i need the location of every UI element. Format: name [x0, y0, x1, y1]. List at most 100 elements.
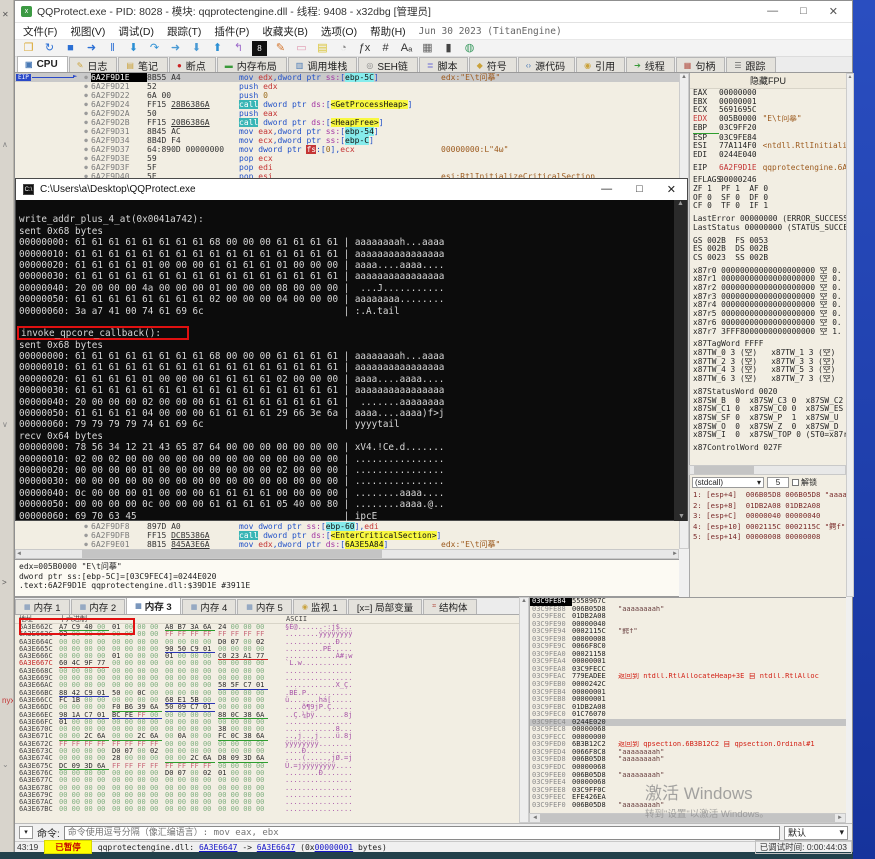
argument-row[interactable]: 1: [esp+4] 006B05D8 006B05D8 "aaaaaaaah" [690, 490, 846, 501]
menu-view[interactable]: 视图(V) [70, 24, 105, 39]
disasm-row[interactable]: ● 6A2F9D2A 50 push eax [15, 109, 679, 118]
world-icon[interactable]: ◍ [462, 41, 477, 56]
register-row[interactable]: x87TW_4 3 (空) x87TW_5 3 (空) [690, 366, 846, 375]
breakpoint-dot-icon[interactable]: ● [81, 109, 91, 118]
argument-row[interactable]: 3: [esp+C] 00000040 00000040 [690, 511, 846, 522]
register-row[interactable]: x87ControlWord 027F [690, 444, 846, 453]
register-row[interactable]: EBP 03C9FF20 [690, 124, 846, 134]
register-row[interactable]: EBX 00000001 [690, 98, 846, 107]
argument-row[interactable]: 4: [esp+10] 0002115C 0002115C "鳄f" [690, 522, 846, 533]
disasm-row[interactable]: ● 6A2F9D34 8B4D F4 mov ecx,dword ptr ss:[eb… [15, 136, 679, 145]
register-row[interactable]: CS 0023 SS 002B [690, 254, 846, 263]
calling-convention-select[interactable]: (stdcall) ▾ [692, 477, 764, 488]
scroll-right-icon[interactable]: ► [837, 815, 843, 821]
command-profile-select[interactable]: 默认 ▾ [784, 825, 848, 840]
register-row[interactable]: x87SW_O 0 x87SW_Z 0 x87SW_D 0 [690, 423, 846, 432]
breakpoint-dot-icon[interactable]: ● [81, 118, 91, 127]
argument-count-stepper[interactable]: 5 [767, 477, 789, 488]
argument-row[interactable]: 2: [esp+8] 01DB2A08 01DB2A08 [690, 501, 846, 512]
disasm-row[interactable]: ● 6A2F9D3F 5F pop edi [15, 163, 679, 172]
register-row[interactable]: x87r6 00000000000000000000 空 0. [690, 319, 846, 328]
console-title-bar[interactable]: C:\ C:\Users\a\Desktop\QQProtect.exe — □… [16, 179, 687, 200]
disassembly-pane-bottom[interactable]: ● 6A2F9DF8 897D A0 mov dword ptr ss:[ebp-60… [15, 522, 679, 549]
dump-tab-memory-5[interactable]: ▦ 内存 5 [237, 599, 292, 614]
breakpoint-dot-icon[interactable]: ● [81, 540, 91, 549]
breakpoint-dot-icon[interactable]: ● [81, 82, 91, 91]
register-row[interactable]: EDX 005B0000 "E\t问摹" [690, 115, 846, 124]
disasm-row[interactable]: ● 6A2F9D21 52 push edx [15, 82, 679, 91]
dump-tab-locals[interactable]: [x=] 局部变量 [347, 599, 423, 614]
dump-tab-memory-1[interactable]: ▦ 内存 1 [15, 599, 70, 614]
breakpoint-dot-icon[interactable]: ● [81, 145, 91, 154]
registers-pane[interactable]: 隐藏FPU EAX 00000000 EBX 00000001 ECX 5691695C E… [689, 73, 846, 465]
dump-tab-memory-2[interactable]: ▦ 内存 2 [70, 599, 126, 614]
register-row[interactable]: ZF 1 PF 1 AF 0 [690, 185, 846, 194]
scroll-left-icon[interactable]: ◄ [532, 815, 538, 821]
menu-trace[interactable]: 跟踪(T) [167, 24, 201, 39]
tab-cpu[interactable]: ▣ CPU [17, 56, 68, 72]
register-row[interactable]: ESP 03C9FE84 [690, 134, 846, 143]
run-to-return-icon[interactable]: ➜ [168, 41, 183, 56]
argument-row[interactable]: 5: [esp+14] 00000008 00000008 [690, 532, 846, 543]
tab-memory-map[interactable]: ▬ 内存布局 [216, 57, 287, 73]
register-row[interactable]: x87r3 00000000000000000000 空 0. [690, 293, 846, 302]
status-addr-to-link[interactable]: 6A3E6647 [257, 843, 296, 852]
command-history-dropdown[interactable]: ▾ [19, 826, 33, 839]
restart-icon[interactable]: ↻ [42, 41, 57, 56]
dump-row[interactable]: 6A3E67BC 00 00 00 00 00 00 00 00 00 00 00 0… [15, 806, 519, 814]
tab-log[interactable]: ✎ 日志 [68, 57, 118, 73]
register-row[interactable]: CF 0 TF 0 IF 1 [690, 202, 846, 211]
tab-threads[interactable]: ➔ 线程 [626, 57, 675, 73]
tab-breakpoints[interactable]: ● 断点 [168, 57, 216, 73]
tab-notes[interactable]: ▤ 笔记 [118, 57, 168, 73]
register-row[interactable]: x87SW_SF 0 x87SW_P 1 x87SW_U 0 [690, 414, 846, 423]
disasm-row[interactable]: ● 6A2F9D22 6A 00 push 0 [15, 91, 679, 100]
register-row[interactable]: x87r2 00000000000000000000 空 0. [690, 284, 846, 293]
patch-icon[interactable]: ◔ [336, 41, 351, 56]
register-row[interactable]: x87r4 00000000000000000000 空 0. [690, 301, 846, 310]
command-input[interactable] [63, 825, 780, 840]
dump-tab-memory-3[interactable]: ▦ 内存 3 [126, 598, 181, 614]
disasm-row[interactable]: ● 6A2F9D2B FF15 20B6386A call dword ptr ds:… [15, 118, 679, 127]
disassembly-hscrollbar[interactable]: ◄ ► [15, 549, 679, 559]
menu-help[interactable]: 帮助(H) [370, 24, 406, 39]
step-into-icon[interactable]: ⬇ [126, 41, 141, 56]
register-row[interactable]: x87r7 3FFF8000000000000000 空 1. [690, 328, 846, 337]
hide-fpu-button[interactable]: 隐藏FPU [690, 73, 846, 89]
fx-icon[interactable]: ƒx [357, 41, 372, 56]
console-vscrollbar[interactable]: ▲ ▼ [674, 200, 687, 521]
register-row[interactable]: EFLAGS00000246 [690, 176, 846, 185]
disasm-row[interactable]: EIP ► ● 6A2F9D1E 8B55 A4 mov edx,dword ptr ss… [15, 73, 679, 82]
memory-dump-pane[interactable]: ▦ 内存 1 ▦ 内存 2 ▦ 内存 3 ▦ 内存 4 ▦ 内存 5 ◉ 监视 1 [x=] 局部变量 ⌗… [15, 597, 519, 823]
register-row[interactable]: LastError 00000000 (ERROR_SUCCESS) [690, 215, 846, 224]
font-icon[interactable]: Aₐ [399, 41, 414, 56]
menu-file[interactable]: 文件(F) [23, 24, 57, 39]
breakpoint-dot-icon[interactable]: ● [81, 73, 91, 82]
disasm-row[interactable]: ● 6A2F9E01 8B15 845A3E6A mov edx,dword ptr … [15, 540, 679, 549]
open-folder-icon[interactable]: ❐ [21, 41, 36, 56]
device-icon[interactable]: ▮ [441, 41, 456, 56]
register-row[interactable]: EIP 6A2F9D1E qqprotectengine.6A [690, 164, 846, 173]
hash-icon[interactable]: # [378, 41, 393, 56]
register-row[interactable]: x87TagWord FFFF [690, 340, 846, 349]
disasm-row[interactable]: ● 6A2F9D37 64:890D 00000000 mov dword ptr f… [15, 145, 679, 154]
eraser-icon[interactable]: ▭ [294, 41, 309, 56]
register-row[interactable]: GS 002B FS 0053 [690, 237, 846, 246]
run-icon[interactable]: ➜ [84, 41, 99, 56]
maximize-button[interactable]: □ [800, 5, 807, 18]
breakpoint-dot-icon[interactable]: ● [81, 531, 91, 540]
pencil-icon[interactable]: ✎ [273, 41, 288, 56]
breakpoint-dot-icon[interactable]: ● [81, 163, 91, 172]
scroll-right-icon[interactable]: ► [672, 551, 678, 557]
menu-options[interactable]: 选项(O) [321, 24, 357, 39]
tab-call-stack[interactable]: ▥ 调用堆栈 [287, 57, 358, 73]
tab-handles[interactable]: ▦ 句柄 [675, 57, 726, 73]
tab-references[interactable]: ◉ 引用 [576, 57, 626, 73]
breakpoint-dot-icon[interactable]: ● [81, 91, 91, 100]
disasm-row[interactable]: ● 6A2F9D24 FF15 28B6386A call dword ptr ds:… [15, 100, 679, 109]
registers-hscrollbar[interactable] [689, 465, 846, 475]
register-row[interactable]: x87TW_2 3 (空) x87TW_3 3 (空) [690, 358, 846, 367]
step-over-icon[interactable]: ↷ [147, 41, 162, 56]
scroll-left-icon[interactable]: ◄ [16, 551, 22, 557]
register-row[interactable]: x87r5 00000000000000000000 空 0. [690, 310, 846, 319]
